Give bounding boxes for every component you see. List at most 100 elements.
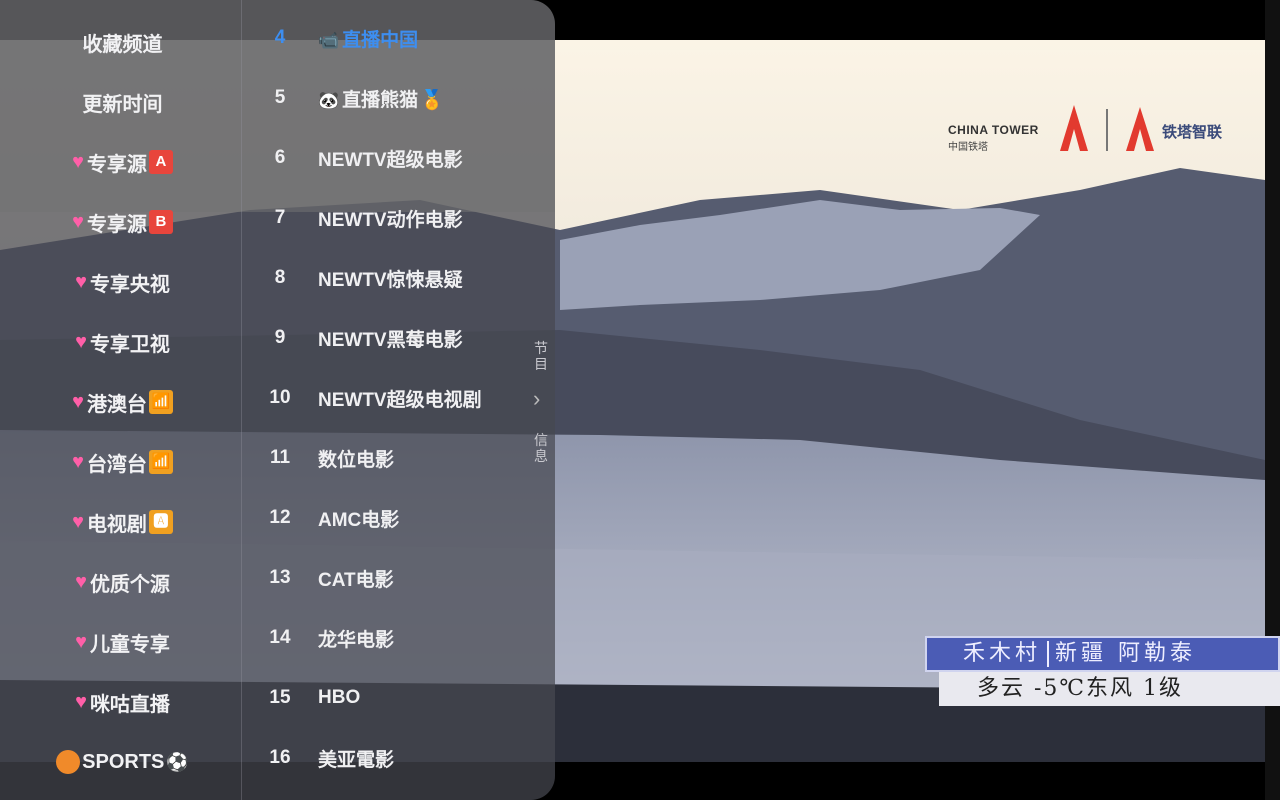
channel-name: NEWTV惊悚悬疑 [318, 269, 463, 291]
channel-name: 美亚電影 [318, 749, 395, 771]
channel-name-wrap: NEWTV动作电影 [318, 205, 527, 232]
channel-name-wrap: NEWTV黑莓电影 [318, 325, 527, 352]
channel-item[interactable]: 15 HBO [242, 678, 527, 718]
heart-icon: ♥ [72, 150, 84, 173]
category-label: 港澳台 [86, 393, 147, 416]
channel-name-wrap: 龙华电影 [318, 625, 527, 652]
channel-item[interactable]: 13 CAT电影 [242, 558, 527, 598]
channel-number: 6 [274, 147, 286, 168]
channel-item[interactable]: 12 AMC电影 [242, 498, 527, 538]
channel-item[interactable]: 8 NEWTV惊悚悬疑 [242, 258, 527, 298]
sports-icon [56, 750, 81, 774]
camera-icon: 📹 [318, 30, 340, 50]
category-item[interactable]: ♥ 专享卫视 [30, 322, 215, 362]
category-label: SPORTS [82, 750, 165, 773]
category-item[interactable]: ♥ 优质个源 [30, 562, 215, 602]
category-label: 专享源 [86, 153, 147, 176]
category-item[interactable]: 更新时间 [30, 82, 215, 122]
category-item[interactable]: ♥ 台湾台 📶 [30, 442, 215, 482]
channel-name-wrap: NEWTV惊悚悬疑 [318, 265, 527, 292]
location-banner: 禾木村 新疆 阿勒泰 [925, 636, 1280, 672]
heart-icon: ♥ [72, 210, 84, 233]
category-item[interactable]: ♥ 电视剧 🅰 [30, 502, 215, 542]
category-item[interactable]: ♥ 专享央视 [30, 262, 215, 302]
heart-icon: ♥ [72, 510, 84, 533]
channel-item[interactable]: 9 NEWTV黑莓电影 [242, 318, 527, 358]
category-item[interactable]: ♥ 专享源 A [30, 142, 215, 182]
channel-name-wrap: 数位电影 [318, 445, 527, 472]
side-label-program: 节目 [534, 340, 548, 372]
medal-icon: 🏅 [420, 89, 444, 111]
side-label-info: 信息 [534, 432, 548, 464]
channel-name-wrap: AMC电影 [318, 505, 527, 532]
tower-icon-2 [1126, 107, 1154, 151]
category-item[interactable]: ♥ 专享源 B [30, 202, 215, 242]
logo-text-en: CHINA TOWER [948, 123, 1039, 137]
channel-name-wrap: 美亚電影 [318, 745, 527, 772]
channel-name-wrap: NEWTV超级电视剧 [318, 385, 527, 412]
category-badge: A [148, 150, 173, 174]
channel-name: CAT电影 [318, 569, 394, 591]
heart-icon: ♥ [75, 690, 87, 713]
category-item[interactable]: SPORTS ⚽ [30, 742, 215, 782]
channel-item[interactable]: 4 📹 直播中国 [242, 18, 527, 58]
channel-item[interactable]: 16 美亚電影 [242, 738, 527, 778]
category-item[interactable]: 收藏频道 [30, 22, 215, 62]
channel-item[interactable]: 11 数位电影 [242, 438, 527, 478]
channel-name: 直播熊猫 [342, 89, 419, 111]
category-badge: 📶 [148, 450, 173, 474]
channel-number: 10 [269, 387, 291, 408]
channel-item[interactable]: 7 NEWTV动作电影 [242, 198, 527, 238]
channel-number: 13 [269, 567, 291, 588]
channel-name: HBO [318, 687, 361, 708]
category-item[interactable]: ♥ 儿童专享 [30, 622, 215, 662]
channel-number: 5 [274, 87, 286, 108]
channel-item[interactable]: 10 NEWTV超级电视剧 [242, 378, 527, 418]
channel-name: NEWTV动作电影 [318, 209, 463, 231]
channel-number: 12 [269, 507, 291, 528]
heart-icon: ♥ [75, 630, 87, 653]
channel-name: 数位电影 [318, 449, 395, 471]
channel-name-wrap: 🐼 直播熊猫 🏅 [318, 85, 527, 112]
channel-name: NEWTV超级电视剧 [318, 389, 482, 411]
heart-icon: ♥ [72, 390, 84, 413]
channel-item[interactable]: 14 龙华电影 [242, 618, 527, 658]
category-label: 电视剧 [86, 513, 147, 536]
channel-list: 4 📹 直播中国 5 🐼 直播熊猫 🏅 6 NEWTV超级电影 7 NEWTV动作电影 8 NEWTV惊… [242, 0, 527, 800]
heart-icon: ♥ [75, 330, 87, 353]
caption-divider [1047, 641, 1050, 667]
soccer-ball-icon: ⚽ [166, 751, 189, 772]
category-label: 儿童专享 [89, 633, 170, 656]
category-label: 更新时间 [82, 93, 163, 116]
category-item[interactable]: ♥ 港澳台 📶 [30, 382, 215, 422]
category-label: 专享卫视 [89, 333, 170, 356]
program-info-strip[interactable]: 节目 › 信息 [527, 0, 555, 800]
channel-name: 龙华电影 [318, 629, 395, 651]
location-region: 新疆 阿勒泰 [1055, 641, 1197, 666]
panda-icon: 🐼 [318, 90, 340, 110]
channel-number: 8 [274, 267, 286, 288]
channel-number: 14 [269, 627, 291, 648]
tower-icon [1060, 105, 1088, 151]
category-label: 专享源 [86, 213, 147, 236]
channel-item[interactable]: 6 NEWTV超级电影 [242, 138, 527, 178]
channel-name-wrap: HBO [318, 687, 527, 709]
category-badge: 🅰 [148, 510, 173, 534]
chevron-right-icon[interactable]: › [533, 386, 540, 412]
category-label: 收藏频道 [82, 33, 163, 56]
category-list: 收藏频道 更新时间 ♥ 专享源 A ♥ 专享源 B ♥ 专享央视 ♥ 专享卫视 ♥ 港澳台 📶 ♥ 台湾台 📶 ♥ 电… [0, 0, 242, 800]
channel-number: 11 [269, 447, 291, 468]
channel-item[interactable]: 5 🐼 直播熊猫 🏅 [242, 78, 527, 118]
category-label: 专享央视 [89, 273, 170, 296]
channel-name: 直播中国 [342, 29, 419, 51]
channel-number: 9 [274, 327, 286, 348]
logo-text-cn: 中国铁塔 [948, 142, 988, 153]
channel-number: 15 [269, 687, 291, 708]
category-item[interactable]: ♥ 咪咕直播 [30, 682, 215, 722]
category-badge: B [148, 210, 173, 234]
channel-name: NEWTV超级电影 [318, 149, 463, 171]
category-label: 优质个源 [89, 573, 170, 596]
channel-number: 7 [274, 207, 286, 228]
broadcaster-logo: CHINA TOWER 中国铁塔 铁塔智联 [948, 105, 1248, 155]
category-label: 咪咕直播 [89, 693, 170, 716]
